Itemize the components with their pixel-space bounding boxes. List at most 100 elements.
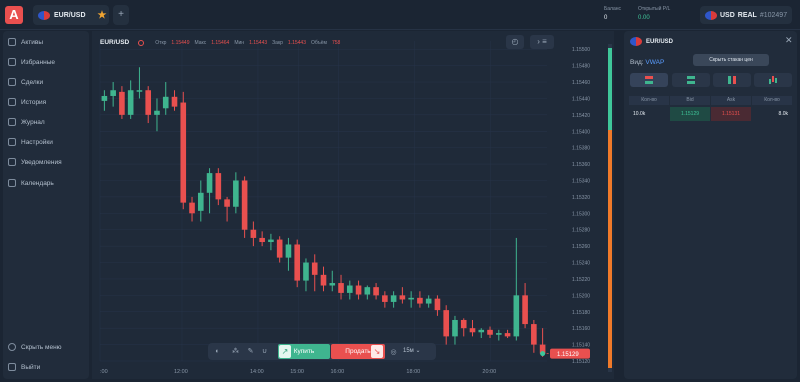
star-icon[interactable]: ★ <box>98 10 107 21</box>
sidebar: Активы Избранные Сделки История Журнал Н… <box>3 31 89 379</box>
hide-menu-button[interactable]: Скрыть меню <box>8 340 62 354</box>
expand-icon[interactable]: › ≡ <box>530 35 554 49</box>
panel-header: EUR/USD <box>630 37 673 46</box>
sidebar-item-assets[interactable]: Активы <box>8 35 43 49</box>
sell-arrow-icon[interactable]: ↘ <box>371 345 383 358</box>
trades-icon <box>8 78 16 86</box>
x-tick-label: 12:00 <box>174 369 188 375</box>
y-tick-label: 1.15180 <box>572 310 590 316</box>
record-icon[interactable] <box>138 39 145 46</box>
eurusd-flag-icon <box>630 37 642 46</box>
sidebar-item-settings[interactable]: Настройки <box>8 135 53 149</box>
mode-chart-button[interactable] <box>754 73 792 87</box>
asset-tab-eurusd[interactable]: EUR/USD ★ <box>33 5 109 25</box>
bid-price[interactable]: 1.15129 <box>670 107 710 121</box>
add-tab-button[interactable]: + <box>113 5 129 25</box>
account-selector[interactable]: USD REAL #102497 <box>700 6 792 24</box>
mode-bids-button[interactable] <box>672 73 710 87</box>
x-tick-label: :00 <box>100 369 108 375</box>
sidebar-item-trades[interactable]: Сделки <box>8 75 43 89</box>
ask-price[interactable]: 1.15131 <box>711 107 751 121</box>
buy-arrow-icon[interactable]: ↗ <box>279 345 291 358</box>
mode-both-button[interactable] <box>630 73 668 87</box>
candle-body <box>390 295 397 302</box>
y-tick-label: 1.15380 <box>572 146 590 152</box>
open-value: 1.15449 <box>171 39 190 46</box>
timer-icon[interactable]: ◎ <box>389 348 398 357</box>
y-tick-label: 1.15160 <box>572 326 590 332</box>
candle-body <box>522 295 528 325</box>
logo[interactable]: A <box>5 6 23 24</box>
close-icon[interactable]: ✕ <box>785 35 793 46</box>
close-value: 1.15443 <box>287 39 306 46</box>
timeframe-selector[interactable]: 15м ⌄ <box>403 344 421 359</box>
y-tick-label: 1.15140 <box>572 343 590 349</box>
sidebar-item-favorites[interactable]: Избранные <box>8 55 55 69</box>
sidebar-item-calendar[interactable]: Календарь <box>8 176 54 190</box>
view-selector[interactable]: Вид: VWAP <box>630 59 664 66</box>
candle-body <box>171 96 178 107</box>
book-split-icon <box>728 76 736 84</box>
volume-label: Объём <box>311 39 327 46</box>
hide-menu-icon <box>8 343 16 351</box>
candle-body <box>136 90 143 92</box>
scrollbar-down-segment <box>608 130 612 368</box>
y-tick-label: 1.15220 <box>572 277 590 283</box>
ask-qty: 8.0k <box>778 111 788 117</box>
y-tick-label: 1.15320 <box>572 195 590 201</box>
order-book-panel: EUR/USD ✕ Скрыть стакан цен Вид: VWAP Ко… <box>624 31 797 379</box>
y-tick-label: 1.15340 <box>572 178 590 184</box>
scrollbar-up-segment <box>608 48 612 130</box>
candlestick-chart[interactable]: 1.15500 1.15480 1.15460 1.15440 1.15420 1.154… <box>92 31 614 379</box>
col-ask: Ask <box>711 96 751 105</box>
open-label: Откр <box>155 39 167 46</box>
y-tick-label: 1.15260 <box>572 244 590 250</box>
chart-area[interactable]: 1.15500 1.15480 1.15460 1.15440 1.15420 1.154… <box>92 31 614 379</box>
candle-body <box>425 298 432 304</box>
sidebar-item-label: Активы <box>21 38 43 46</box>
theme-toggle-icon[interactable]: ◐ <box>213 347 222 356</box>
magnet-icon[interactable]: ∪ <box>260 347 269 356</box>
candle-body <box>268 239 274 243</box>
account-currency: USD <box>720 11 735 19</box>
view-value: VWAP <box>645 59 665 66</box>
y-tick-label: 1.15200 <box>572 293 590 299</box>
candle-body <box>504 333 511 337</box>
y-tick-label: 1.15500 <box>572 47 590 53</box>
logout-label: Выйти <box>21 363 41 371</box>
candle-body <box>162 96 169 109</box>
chart-pair: EUR/USD <box>100 39 130 46</box>
eurusd-flag-icon <box>38 10 50 20</box>
candle-body <box>154 110 160 115</box>
panel-pair: EUR/USD <box>646 38 674 45</box>
y-tick-label: 1.15240 <box>572 261 590 267</box>
candle-body <box>434 298 441 311</box>
current-price-label: 1.15129 <box>557 352 579 358</box>
x-tick-label: 20:00 <box>482 369 496 375</box>
candle-body <box>417 297 423 304</box>
col-qty-bid: Кол-во <box>629 96 669 105</box>
sidebar-item-label: История <box>21 98 47 106</box>
logout-button[interactable]: Выйти <box>8 360 40 374</box>
candle-body <box>206 173 213 193</box>
mode-split-button[interactable] <box>713 73 751 87</box>
candle-body <box>276 239 283 258</box>
clock-icon[interactable]: ◴ <box>506 35 524 49</box>
sidebar-item-journal[interactable]: Журнал <box>8 115 45 129</box>
x-tick-label: 14:00 <box>250 369 264 375</box>
sidebar-item-notifications[interactable]: Уведомления <box>8 155 62 169</box>
indicators-icon[interactable]: ⁂ <box>231 347 240 356</box>
candle-body <box>320 274 327 286</box>
tooltip: Скрыть стакан цен <box>693 54 769 66</box>
y-tick-label: 1.15460 <box>572 80 590 86</box>
candle-body <box>408 297 414 300</box>
candle-body <box>303 262 309 281</box>
candle-body <box>382 295 388 302</box>
draw-icon[interactable]: ✎ <box>246 347 255 356</box>
usd-flag-icon <box>705 10 717 20</box>
sidebar-item-history[interactable]: История <box>8 95 46 109</box>
balance: Баланс 0 <box>604 6 621 21</box>
candle-body <box>338 283 344 293</box>
candle-body <box>460 319 467 329</box>
book-both-icon <box>645 76 653 84</box>
